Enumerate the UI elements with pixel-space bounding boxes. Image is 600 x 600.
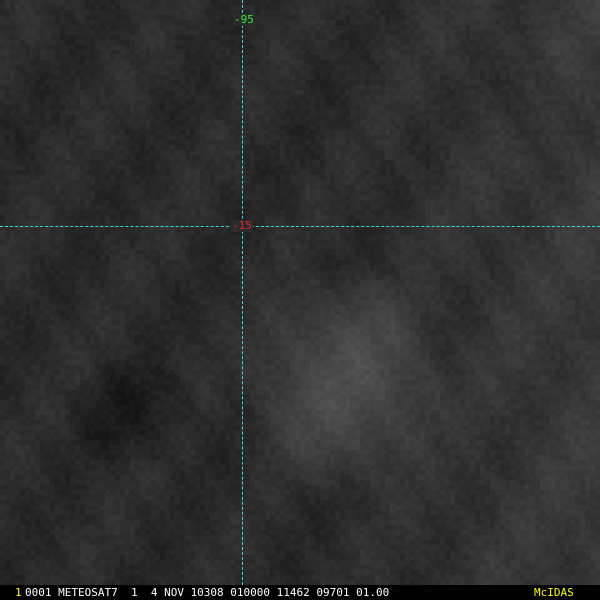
satellite-imagery	[0, 0, 600, 600]
software-label: McIDAS	[534, 586, 574, 599]
latitude-label: -15	[231, 219, 253, 232]
longitude-grid-line	[242, 0, 243, 585]
latitude-grid-line	[0, 226, 600, 227]
frame-number: 1	[15, 586, 22, 599]
satellite-display: -95 -15 1 0001 METEOSAT7 1 4 NOV 10308 0…	[0, 0, 600, 600]
status-bar: 1 0001 METEOSAT7 1 4 NOV 10308 010000 11…	[0, 585, 600, 600]
longitude-label: -95	[233, 13, 255, 26]
image-info: 0001 METEOSAT7 1 4 NOV 10308 010000 1146…	[25, 586, 390, 599]
